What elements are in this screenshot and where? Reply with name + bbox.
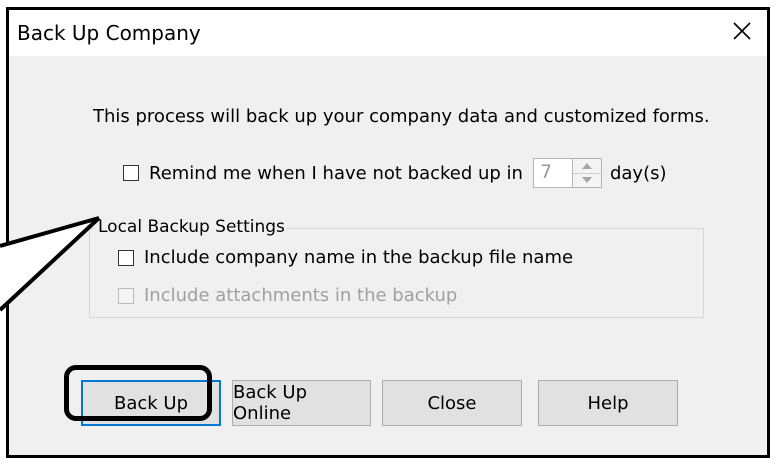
- reminder-days-spinner[interactable]: [571, 158, 602, 188]
- back-up-online-button[interactable]: Back Up Online: [232, 380, 371, 426]
- reminder-row: Remind me when I have not backed up in 7…: [123, 158, 667, 188]
- include-attachments-label: Include attachments in the backup: [144, 285, 458, 306]
- include-company-name-checkbox[interactable]: [118, 249, 134, 266]
- include-attachments-option: Include attachments in the backup: [118, 285, 457, 306]
- title-bar: Back Up Company: [9, 10, 767, 56]
- help-button[interactable]: Help: [538, 380, 678, 426]
- close-window-button[interactable]: [725, 14, 759, 48]
- include-company-name-option[interactable]: Include company name in the backup file …: [118, 247, 573, 268]
- close-button[interactable]: Close: [382, 380, 522, 426]
- close-icon: [733, 22, 751, 40]
- reminder-checkbox[interactable]: [123, 165, 139, 181]
- reminder-label: Remind me when I have not backed up in: [149, 162, 523, 184]
- local-backup-settings-group: Local Backup Settings Include company na…: [89, 217, 704, 318]
- intro-text: This process will back up your company d…: [93, 106, 710, 127]
- spin-up-button[interactable]: [573, 159, 601, 173]
- back-up-button[interactable]: Back Up: [81, 380, 221, 426]
- chevron-up-icon: [581, 162, 592, 169]
- days-unit-label: day(s): [609, 162, 667, 184]
- local-backup-settings-legend: Local Backup Settings: [96, 217, 287, 237]
- reminder-days-input[interactable]: 7: [532, 158, 573, 188]
- dialog-title: Back Up Company: [17, 21, 201, 45]
- spin-down-button[interactable]: [572, 172, 601, 188]
- chevron-down-icon: [581, 177, 592, 184]
- include-attachments-checkbox: [118, 287, 134, 304]
- include-company-name-label: Include company name in the backup file …: [144, 247, 574, 268]
- back-up-company-dialog: Back Up Company This process will back u…: [6, 7, 770, 458]
